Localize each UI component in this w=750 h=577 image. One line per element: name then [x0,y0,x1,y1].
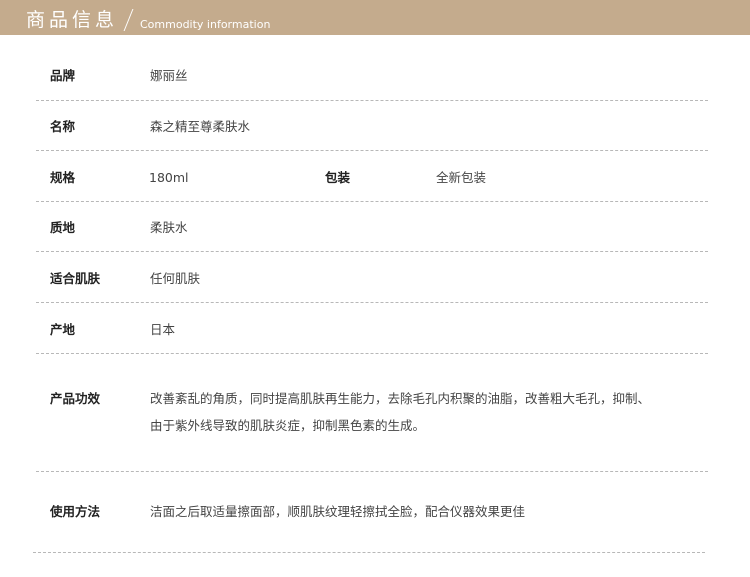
efficacy-text-line: 由于紫外线导致的肌肤炎症，抑制黑色素的生成。 [150,418,426,433]
row-divider [36,302,708,303]
texture-value: 柔肤水 [150,220,188,235]
spec-label: 规格 [50,170,76,185]
row-divider [36,353,708,354]
row-divider [36,201,708,202]
texture-label: 质地 [50,220,76,235]
packaging-label: 包装 [325,170,351,185]
origin-value: 日本 [150,322,176,337]
usage-value: 洁面之后取适量擦面部，顺肌肤纹理轻擦拭全脸，配合仪器效果更佳 [150,504,526,519]
header-slash-divider [123,9,134,31]
row-divider [36,100,708,101]
row-divider [36,150,708,151]
row-divider [36,251,708,252]
row-divider [36,471,708,472]
brand-value: 娜丽丝 [150,68,188,83]
name-label: 名称 [50,119,76,134]
row-divider [33,552,705,553]
usage-label: 使用方法 [50,504,101,519]
efficacy-label: 产品功效 [50,391,101,406]
skin-type-label: 适合肌肤 [50,271,101,286]
packaging-value: 全新包装 [436,170,487,185]
skin-type-value: 任何肌肤 [150,271,201,286]
brand-label: 品牌 [50,68,76,83]
section-subtitle: Commodity information [140,18,271,31]
spec-value: 180ml [149,170,189,185]
origin-label: 产地 [50,322,76,337]
section-title: 商品信息 [26,9,119,31]
section-header: 商品信息 Commodity information [0,0,750,35]
name-value: 森之精至尊柔肤水 [150,119,251,134]
efficacy-text-line: 改善紊乱的角质，同时提高肌肤再生能力，去除毛孔内积聚的油脂，改善粗大毛孔，抑制、 [150,391,651,406]
